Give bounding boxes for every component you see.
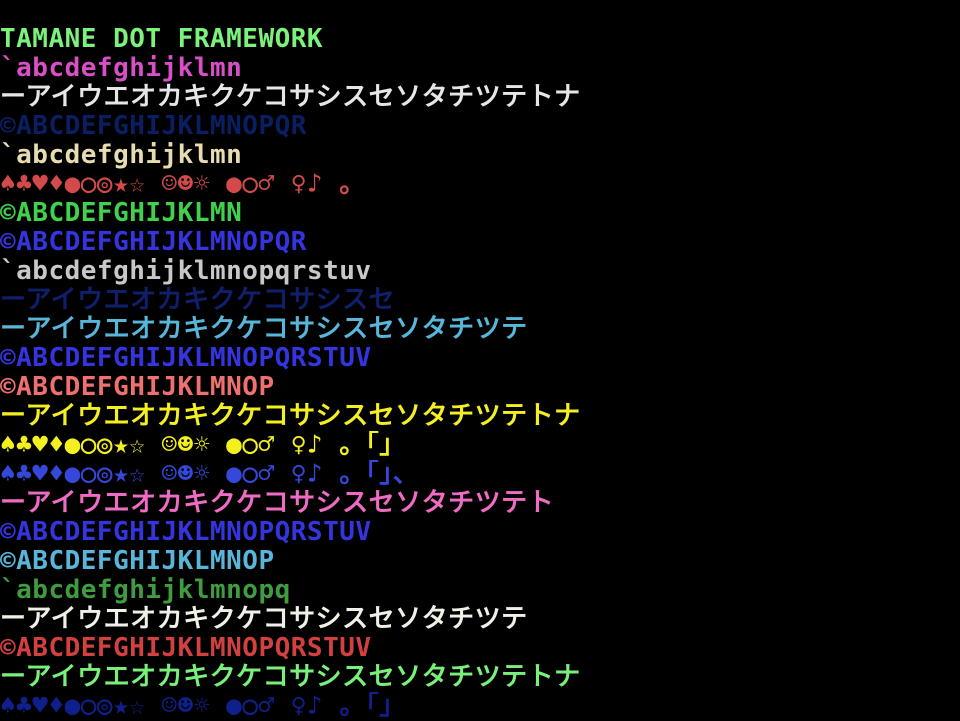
- text-line-14: ーアイウエオカキクケコサシスセソタチツテトナ: [0, 402, 581, 431]
- text-line-16: ♠♣♥♦●○◎★☆ ☺☻☼ ●○♂ ♀♪ 。「」、: [0, 460, 420, 489]
- text-line-17: ーアイウエオカキクケコサシスセソタチツテト: [0, 489, 555, 518]
- text-line-11: ーアイウエオカキクケコサシスセソタチツテ: [0, 315, 528, 344]
- text-line-6: ♠♣♥♦●○◎★☆ ☺☻☼ ●○♂ ♀♪ 。: [0, 170, 366, 199]
- text-line-21: ーアイウエオカキクケコサシスセソタチツテ: [0, 605, 528, 634]
- text-line-12: ©ABCDEFGHIJKLMNOPQRSTUV: [0, 344, 372, 373]
- text-line-3: ーアイウエオカキクケコサシスセソタチツテトナ: [0, 83, 581, 112]
- text-line-22: ©ABCDEFGHIJKLMNOPQRSTUV: [0, 634, 372, 663]
- text-line-10: ーアイウエオカキクケコサシスセ: [0, 286, 396, 315]
- text-line-9: `abcdefghijklmnopqrstuv: [0, 257, 372, 286]
- text-line-1: TAMANE DOT FRAMEWORK: [0, 25, 324, 54]
- text-line-13: ©ABCDEFGHIJKLMNOP: [0, 373, 275, 402]
- text-line-23: ーアイウエオカキクケコサシスセソタチツテトナ: [0, 663, 581, 692]
- text-framework-screen: TAMANE DOT FRAMEWORK `abcdefghijklmn ーアイウエ…: [0, 0, 960, 721]
- text-line-19: ©ABCDEFGHIJKLMNOP: [0, 547, 275, 576]
- text-line-15: ♠♣♥♦●○◎★☆ ☺☻☼ ●○♂ ♀♪ 。「」: [0, 431, 406, 460]
- text-line-4: ©ABCDEFGHIJKLMNOPQR: [0, 112, 307, 141]
- text-line-2: `abcdefghijklmn: [0, 54, 243, 83]
- text-line-8: ©ABCDEFGHIJKLMNOPQR: [0, 228, 307, 257]
- text-line-20: `abcdefghijklmnopq: [0, 576, 291, 605]
- text-line-7: ©ABCDEFGHIJKLMN: [0, 199, 243, 228]
- text-line-24: ♠♣♥♦●○◎★☆ ☺☻☼ ●○♂ ♀♪ 。「」: [0, 692, 406, 721]
- text-line-18: ©ABCDEFGHIJKLMNOPQRSTUV: [0, 518, 372, 547]
- text-line-5: `abcdefghijklmn: [0, 141, 243, 170]
